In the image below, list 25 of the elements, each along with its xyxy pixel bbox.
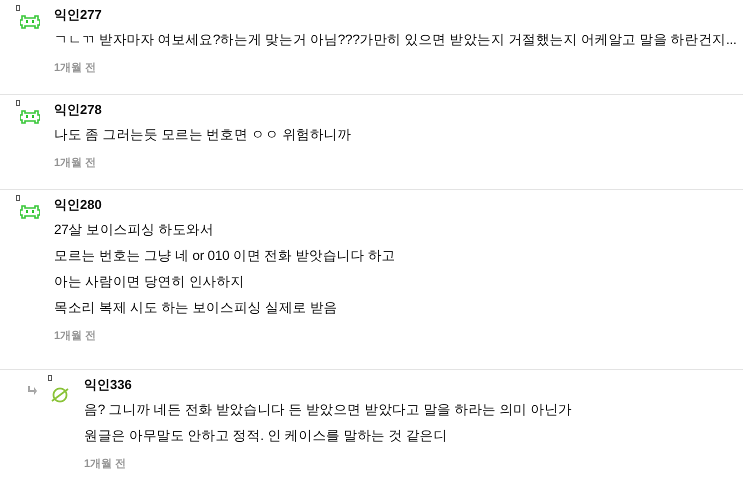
username: 익인277: [54, 6, 103, 24]
reply-arrow-icon: [26, 385, 38, 397]
timestamp: 1개월 전: [54, 329, 98, 343]
comment-text: 목소리 복제 시도 하는 보이스피싱 실제로 받음: [54, 299, 339, 317]
timestamp: 1개월 전: [54, 61, 98, 75]
monster-icon: [20, 15, 40, 29]
comment-text: 27살 보이스피싱 하도와서: [54, 221, 215, 239]
comment-text: 나도 좀 그러는듯 모르는 번호면 ㅇㅇ 위험하니까: [54, 126, 352, 144]
monster-icon: [20, 110, 40, 124]
comment-text: 원글은 아무말도 안하고 정적. 인 케이스를 말하는 것 같은디: [84, 427, 448, 445]
monster-icon: [20, 205, 40, 219]
username: 익인336: [84, 376, 133, 394]
username: 익인278: [54, 101, 103, 119]
comment-text: 모르는 번호는 그냥 네 or 010 이면 전화 받앗습니다 하고: [54, 247, 396, 265]
timestamp: 1개월 전: [84, 457, 128, 471]
timestamp: 1개월 전: [54, 156, 98, 170]
planet-icon: [50, 385, 70, 405]
broken-image-icon: [16, 100, 20, 106]
comment-text: 음? 그니까 네든 전화 받았습니다 든 받았으면 받았다고 말을 하라는 의미 아닌가: [84, 401, 572, 419]
comment-text: ㄱㄴㄲ 받자마자 여보세요?하는게 맞는거 아님???가만히 있으면 받았는지 거절했는지 어케알고 말을 하란건지...: [54, 31, 737, 49]
comment-text: 아는 사람이면 당연히 인사하지: [54, 273, 246, 291]
broken-image-icon: [16, 195, 20, 201]
broken-image-icon: [16, 5, 20, 11]
username: 익인280: [54, 196, 103, 214]
broken-image-icon: [48, 375, 52, 381]
